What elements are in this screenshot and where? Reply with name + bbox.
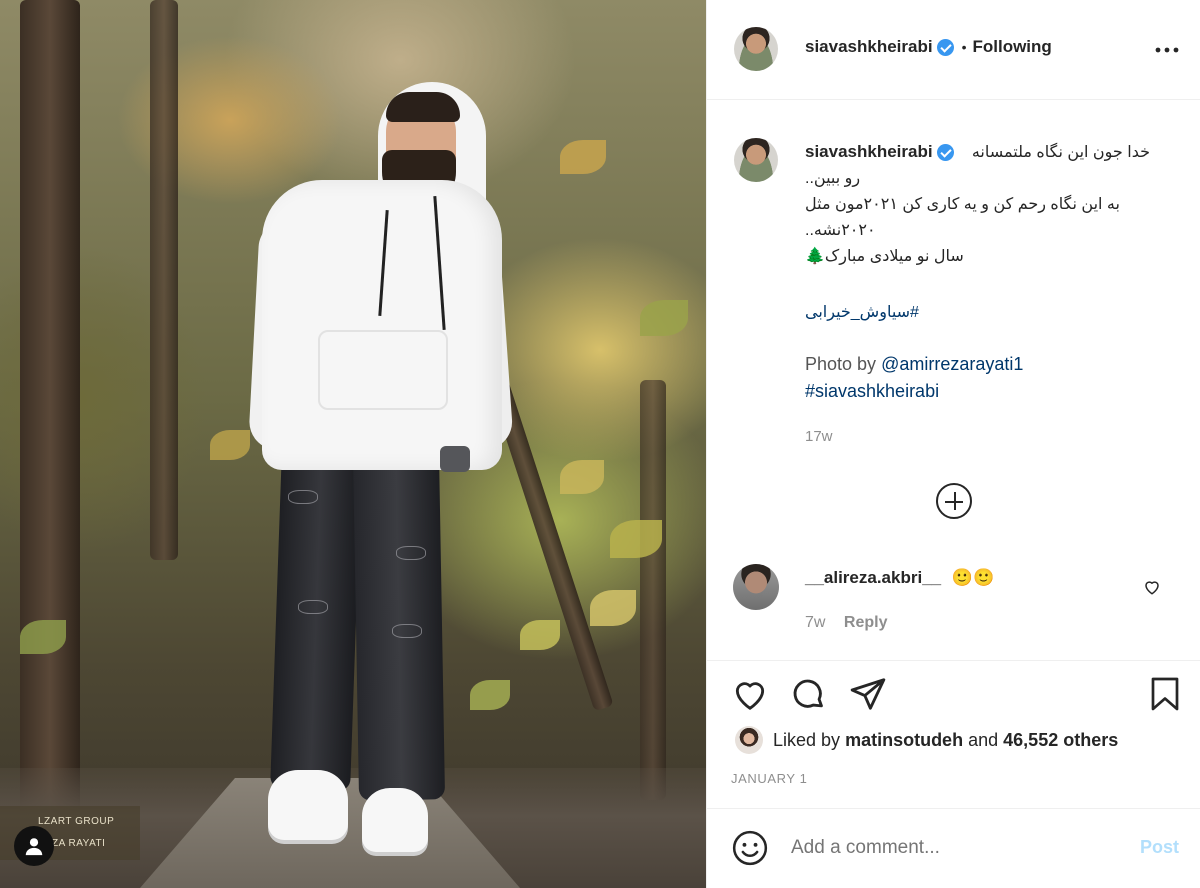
post-header: siavashkheirabi • Following [707, 0, 1200, 100]
jeans-rip [288, 490, 318, 504]
verified-badge-icon [936, 143, 954, 161]
more-options-button[interactable] [1155, 40, 1179, 60]
comment-body: __alireza.akbri__ 🙂🙂 [805, 568, 994, 588]
post-photo[interactable]: LZART GROUP ZA RAYATI [0, 0, 706, 888]
caption-line: رو ببین.. [805, 170, 861, 187]
white-hoodie [262, 180, 502, 470]
plus-circle-icon[interactable] [936, 483, 972, 519]
likes-summary: Liked by matinsotudeh and 46,552 others [773, 730, 1118, 751]
comment-username[interactable]: __alireza.akbri__ [805, 568, 941, 587]
add-comment-bar: Post [707, 808, 1200, 888]
liked-by-label: Liked by [773, 730, 841, 750]
hashtag-link[interactable]: #siavashkheirabi [805, 381, 939, 402]
wristwatch [440, 446, 470, 472]
hair [386, 92, 460, 122]
reply-button[interactable]: Reply [844, 614, 888, 631]
heart-icon[interactable] [731, 675, 769, 713]
post-comment-button[interactable]: Post [1140, 837, 1179, 858]
hashtag-persian-link[interactable]: #سیاوش_خیرابی [805, 302, 919, 322]
send-icon[interactable] [849, 675, 887, 713]
comment-time: 7w [805, 614, 826, 631]
caption-username[interactable]: siavashkheirabi [805, 142, 933, 162]
header-username[interactable]: siavashkheirabi [805, 37, 933, 57]
post-side-panel: siavashkheirabi • Following siavashkheir… [706, 0, 1200, 888]
photo-by-label: Photo by [805, 354, 877, 374]
comment-like-heart-icon[interactable] [1143, 578, 1161, 596]
caption-line: خدا جون این نگاه ملتمسانه [971, 144, 1150, 161]
comment-text: 🙂🙂 [951, 568, 995, 587]
hoodie-pocket [318, 330, 448, 410]
caption-time: 17w [805, 428, 833, 445]
verified-badge-icon [936, 38, 954, 56]
emoji-smile-icon[interactable] [731, 829, 769, 867]
caption: siavashkheirabi خدا جون این نگاه ملتمسان… [805, 142, 1150, 270]
caption-first-line: siavashkheirabi خدا جون این نگاه ملتمسان… [805, 142, 1150, 162]
caption-avatar[interactable] [734, 138, 778, 182]
comment-input[interactable] [791, 833, 1111, 863]
commenter-avatar[interactable] [733, 564, 779, 610]
header-user-row: siavashkheirabi • Following [805, 37, 1052, 57]
jeans-rip [392, 624, 422, 638]
jeans-rip [396, 546, 426, 560]
header-separator: • [961, 39, 967, 55]
person [0, 0, 706, 888]
caption-line: ۲۰۲۰نشه.. [805, 222, 876, 239]
bookmark-icon[interactable] [1147, 675, 1183, 713]
photo-credit: Photo by @amirrezarayati1 [805, 354, 1023, 375]
user-icon [25, 838, 43, 856]
action-bar [707, 660, 1200, 740]
liker-avatar[interactable] [735, 726, 763, 754]
left-sneaker [268, 770, 348, 840]
post-date: JANUARY 1 [731, 771, 808, 786]
liker-username[interactable]: matinsotudeh [845, 730, 963, 750]
following-button[interactable]: Following [972, 37, 1051, 57]
tagged-user-button[interactable] [14, 826, 54, 866]
comment-meta: 7w Reply [805, 614, 887, 632]
photographer-mention-link[interactable]: @amirrezarayati1 [881, 354, 1023, 374]
more-horizontal-icon [1155, 47, 1179, 53]
caption-line: به این نگاه رحم کن و یه کاری کن ۲۰۲۱مون … [805, 196, 1120, 213]
comment-icon[interactable] [789, 675, 827, 713]
likes-others-link[interactable]: 46,552 others [1003, 730, 1118, 750]
caption-line: سال نو میلادی مبارک🌲 [805, 248, 964, 265]
watermark-line2: ZA RAYATI [52, 838, 106, 849]
watermark-line1: LZART GROUP [38, 816, 115, 827]
right-sneaker [362, 788, 428, 852]
author-avatar[interactable] [734, 27, 778, 71]
jeans-rip [298, 600, 328, 614]
likes-and-label: and [968, 730, 999, 750]
